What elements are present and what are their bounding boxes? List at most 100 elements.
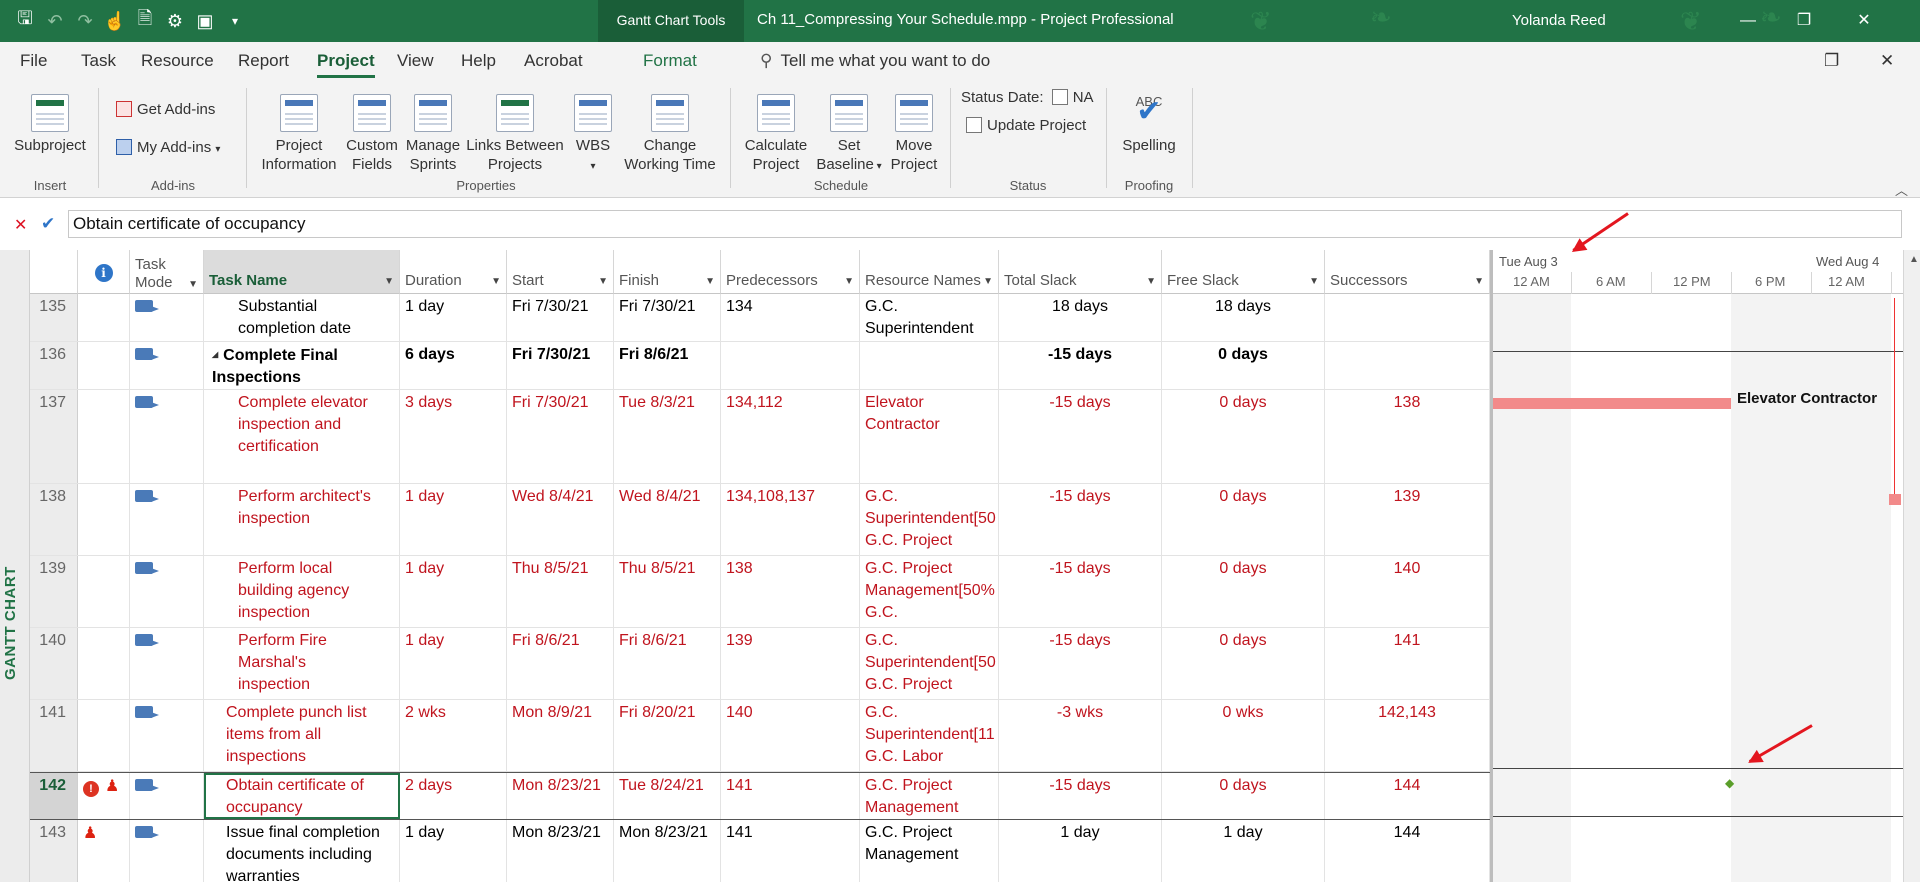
task-name-cell[interactable]: Obtain certificate of occupancy	[204, 773, 400, 819]
filter-dropdown-icon[interactable]: ▼	[384, 276, 394, 287]
successors-cell[interactable]: 141	[1325, 628, 1490, 699]
task-name-cell[interactable]: Perform architect's inspection	[204, 484, 400, 555]
free-slack-cell[interactable]: 18 days	[1162, 294, 1325, 341]
header-finish[interactable]: Finish ▼	[614, 250, 721, 294]
table-row[interactable]: 142! ♟ Obtain certificate of occupancy 2 day…	[30, 772, 1490, 820]
tab-resource[interactable]: Resource	[141, 42, 214, 80]
calculate-project-button[interactable]: Calculate Project	[738, 88, 814, 174]
resource-names-cell[interactable]: Elevator Contractor	[860, 390, 999, 483]
close-document-icon[interactable]: ✕	[1880, 42, 1894, 80]
predecessors-cell[interactable]: 141	[721, 773, 860, 819]
set-baseline-button[interactable]: Set Baseline ▾	[816, 88, 882, 176]
start-cell[interactable]: Fri 7/30/21	[507, 294, 614, 341]
tab-acrobat[interactable]: Acrobat	[524, 42, 583, 80]
finish-cell[interactable]: Tue 8/3/21	[614, 390, 721, 483]
task-mode-cell[interactable]	[130, 556, 204, 627]
minimize-icon[interactable]: —	[1720, 0, 1776, 42]
resource-names-cell[interactable]: G.C. Project Management[50% G.C.	[860, 556, 999, 627]
filter-dropdown-icon[interactable]: ▼	[1309, 276, 1319, 287]
total-slack-cell[interactable]: -15 days	[999, 556, 1162, 627]
start-cell[interactable]: Fri 7/30/21	[507, 342, 614, 389]
links-between-projects-button[interactable]: Links Between Projects	[466, 88, 564, 174]
close-icon[interactable]: ✕	[1836, 0, 1892, 42]
spelling-button[interactable]: Spelling	[1114, 88, 1184, 155]
duration-cell[interactable]: 1 day	[400, 820, 507, 882]
finish-cell[interactable]: Mon 8/23/21	[614, 820, 721, 882]
total-slack-cell[interactable]: 1 day	[999, 820, 1162, 882]
manage-sprints-button[interactable]: Manage Sprints	[403, 88, 463, 174]
task-name-cell[interactable]: Complete elevator inspection and certifica…	[204, 390, 400, 483]
change-working-time-button[interactable]: Change Working Time	[622, 88, 718, 174]
total-slack-cell[interactable]: 18 days	[999, 294, 1162, 341]
free-slack-cell[interactable]: 0 days	[1162, 484, 1325, 555]
save-icon[interactable]: 🖫	[10, 6, 40, 36]
restore-ribbon-icon[interactable]: ❐	[1824, 42, 1839, 80]
my-addins-button[interactable]: My Add-ins ▾	[116, 138, 220, 160]
warning-icon[interactable]: !	[83, 781, 99, 797]
predecessors-cell[interactable]: 139	[721, 628, 860, 699]
duration-cell[interactable]: 1 day	[400, 556, 507, 627]
resource-names-cell[interactable]: G.C. Superintendent	[860, 294, 999, 341]
tab-report[interactable]: Report	[238, 42, 289, 80]
get-addins-button[interactable]: Get Add-ins	[116, 100, 215, 120]
total-slack-cell[interactable]: -15 days	[999, 342, 1162, 389]
header-task-name[interactable]: Task Name ▼	[204, 250, 400, 294]
duration-cell[interactable]: 1 day	[400, 294, 507, 341]
duration-cell[interactable]: 2 days	[400, 773, 507, 819]
duration-cell[interactable]: 1 day	[400, 628, 507, 699]
copy-picture-icon[interactable]: ▣	[190, 11, 220, 32]
tell-me-search[interactable]: ⚲ Tell me what you want to do	[760, 42, 990, 80]
task-name-cell[interactable]: Perform Fire Marshal's inspection	[204, 628, 400, 699]
predecessors-cell[interactable]: 134	[721, 294, 860, 341]
filter-dropdown-icon[interactable]: ▼	[598, 276, 608, 287]
filter-dropdown-icon[interactable]: ▼	[1474, 276, 1484, 287]
filter-dropdown-icon[interactable]: ▼	[491, 276, 501, 287]
predecessors-cell[interactable]: 141	[721, 820, 860, 882]
task-mode-cell[interactable]	[130, 294, 204, 341]
resource-names-cell[interactable]: G.C. Superintendent[50 G.C. Project	[860, 628, 999, 699]
redo-icon[interactable]: ↷	[70, 11, 100, 32]
header-duration[interactable]: Duration ▼	[400, 250, 507, 294]
start-cell[interactable]: Wed 8/4/21	[507, 484, 614, 555]
resource-names-cell[interactable]	[860, 342, 999, 389]
predecessors-cell[interactable]	[721, 342, 860, 389]
duration-cell[interactable]: 1 day	[400, 484, 507, 555]
start-cell[interactable]: Fri 7/30/21	[507, 390, 614, 483]
filter-dropdown-icon[interactable]: ▼	[1146, 276, 1156, 287]
table-row[interactable]: 139 Perform local building agency inspectio…	[30, 556, 1490, 628]
tab-format[interactable]: Format	[643, 42, 697, 80]
resource-names-cell[interactable]: G.C. Superintendent[11 G.C. Labor	[860, 700, 999, 771]
free-slack-cell[interactable]: 0 wks	[1162, 700, 1325, 771]
total-slack-cell[interactable]: -3 wks	[999, 700, 1162, 771]
header-task-mode[interactable]: Task Mode ▼	[130, 250, 204, 294]
predecessors-cell[interactable]: 138	[721, 556, 860, 627]
task-mode-cell[interactable]	[130, 820, 204, 882]
total-slack-cell[interactable]: -15 days	[999, 484, 1162, 555]
table-row[interactable]: 140 Perform Fire Marshal's inspection 1 day F…	[30, 628, 1490, 700]
customize-qat-icon[interactable]: ▾	[220, 14, 250, 28]
duration-cell[interactable]: 3 days	[400, 390, 507, 483]
view-bar[interactable]: GANTT CHART	[0, 250, 30, 882]
collapse-summary-icon[interactable]: ◢	[212, 350, 218, 359]
task-name-cell[interactable]: Complete punch list items from all inspect…	[204, 700, 400, 771]
custom-fields-button[interactable]: Custom Fields	[344, 88, 400, 174]
status-date-button[interactable]: Status Date: NA	[961, 88, 1094, 108]
successors-cell[interactable]: 144	[1325, 773, 1490, 819]
filter-dropdown-icon[interactable]: ▼	[705, 276, 715, 287]
tab-help[interactable]: Help	[461, 42, 496, 80]
predecessors-cell[interactable]: 134,112	[721, 390, 860, 483]
task-mode-cell[interactable]	[130, 773, 204, 819]
free-slack-cell[interactable]: 0 days	[1162, 773, 1325, 819]
filter-dropdown-icon[interactable]: ▼	[983, 276, 993, 287]
header-resource-names[interactable]: Resource Names ▼	[860, 250, 999, 294]
task-mode-cell[interactable]	[130, 700, 204, 771]
tab-task[interactable]: Task	[81, 42, 116, 80]
header-start[interactable]: Start ▼	[507, 250, 614, 294]
resource-names-cell[interactable]: G.C. Project Management	[860, 820, 999, 882]
tab-project[interactable]: Project	[317, 42, 375, 80]
project-information-button[interactable]: Project Information	[254, 88, 344, 174]
table-row[interactable]: 135 Substantial completion date 1 day Fri 7/…	[30, 294, 1490, 342]
start-cell[interactable]: Mon 8/9/21	[507, 700, 614, 771]
task-mode-cell[interactable]	[130, 390, 204, 483]
free-slack-cell[interactable]: 0 days	[1162, 390, 1325, 483]
